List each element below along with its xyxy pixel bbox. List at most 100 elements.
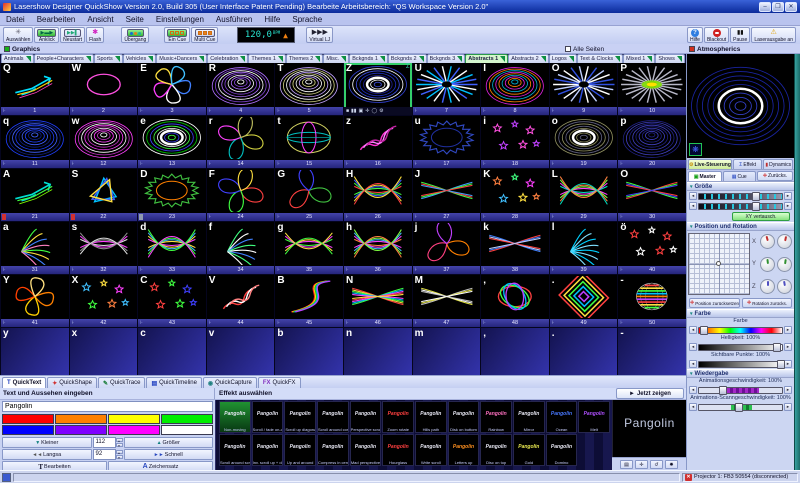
effect-tile-letters-up[interactable]: PangolinLetters up <box>448 434 480 466</box>
slider-right-button[interactable]: ► <box>784 403 792 411</box>
page-tab-bckgnds-1[interactable]: Bckgnds 1 <box>349 54 388 63</box>
slider-left-button[interactable]: ◄ <box>689 343 697 351</box>
effect-tile-rainbow[interactable]: PangolinRainbow <box>480 401 512 433</box>
close-button[interactable]: ✕ <box>785 2 797 12</box>
page-tab-abstracts-2[interactable]: Abstracts 2 <box>508 54 549 63</box>
restart-mode-button[interactable]: ▶▶▌ Neustart <box>60 27 85 43</box>
player-icon[interactable]: ▮▮ <box>351 108 357 114</box>
effect-tile-disk-on-bottom[interactable]: PangolinDisk on bottom <box>448 401 480 433</box>
grid-cell-,[interactable]: ,⊦48 <box>481 275 549 327</box>
all-pages-checkbox[interactable]: Alle Seiten <box>565 44 604 54</box>
x-rotation-knob-2[interactable] <box>777 234 792 249</box>
section-header-position[interactable]: ▾Position und Rotation <box>687 222 794 231</box>
cell-player-controls[interactable]: ■▮▮▣✛◯⚙ <box>344 107 412 115</box>
grid-cell--[interactable]: -⊦50 <box>618 275 686 327</box>
grid-cell-y[interactable]: y <box>1 328 69 380</box>
speed-value[interactable]: 92 <box>93 449 116 460</box>
grid-cell-c[interactable]: c <box>138 328 206 380</box>
player-icon[interactable]: ▣ <box>359 108 364 114</box>
grid-cell-m[interactable]: m <box>413 328 481 380</box>
effect-tile-compress-in-center[interactable]: PangolinCompress in center <box>317 434 349 466</box>
color-swatch[interactable] <box>55 414 107 424</box>
animation-speed-slider[interactable]: ◄ ► <box>687 385 794 395</box>
section-header-color[interactable]: ▾Farbe <box>687 309 794 318</box>
page-tab-celebration[interactable]: Celebration <box>207 54 248 63</box>
grid-cell-E[interactable]: E⊦3 <box>138 63 206 115</box>
effect-tile-scroll-around-screen[interactable]: PangolinScroll around screen <box>219 434 251 466</box>
grid-cell-u[interactable]: u⊦17 <box>413 116 481 168</box>
y-rotation-knob[interactable] <box>760 257 775 272</box>
preview-tool-icon[interactable]: ✹ <box>665 460 678 469</box>
effect-tile-zoom-rotate[interactable]: PangolinZoom rotate <box>382 401 414 433</box>
grid-cell-R[interactable]: R⊦4 <box>207 63 275 115</box>
slower-button[interactable]: ◄◄Langsa <box>2 449 92 460</box>
slider-left-button[interactable]: ◄ <box>689 386 697 394</box>
color-swatch[interactable] <box>161 414 213 424</box>
maximize-button[interactable]: ❐ <box>772 2 784 12</box>
effect-tile-perspective-scroll[interactable]: PangolinPerspective scroll <box>350 401 382 433</box>
spin-down-icon[interactable]: ▼ <box>116 455 123 459</box>
tab-dynamics[interactable]: ▮Dynamics <box>763 159 793 169</box>
grid-cell-k[interactable]: k⊦38 <box>481 222 549 274</box>
grid-cell-g[interactable]: g⊦35 <box>275 222 343 274</box>
reset-button[interactable]: ✛Zurücks. <box>757 171 793 181</box>
z-rotation-knob-2[interactable] <box>777 279 792 294</box>
grid-cell-U[interactable]: U⊦7 <box>413 63 481 115</box>
grid-cell-C[interactable]: C⊦43 <box>138 275 206 327</box>
tab-quicktext[interactable]: TQuickText <box>2 377 46 388</box>
page-tab-misc-[interactable]: Misc. <box>323 54 349 63</box>
tab-live-control[interactable]: ⚙Live-Steuerung <box>688 159 732 169</box>
slider-right-button[interactable]: ► <box>784 386 792 394</box>
grid-cell-P[interactable]: P⊦10 <box>618 63 686 115</box>
grid-cell-L[interactable]: L⊦29 <box>550 169 618 221</box>
menu-ansicht[interactable]: Ansicht <box>81 15 119 24</box>
click-mode-button[interactable]: ▶▬▶ Anklick <box>34 27 59 43</box>
slider-left-button[interactable]: ◄ <box>689 326 697 334</box>
one-cue-button[interactable]: Ein Cue <box>164 27 190 43</box>
grid-cell-F[interactable]: F⊦24 <box>207 169 275 221</box>
tab-quickshape[interactable]: ✦QuickShape <box>47 377 97 388</box>
text-input[interactable] <box>2 401 213 412</box>
rotation-reset-button[interactable]: ✛Rotation zurücks. <box>742 298 792 308</box>
grid-cell-K[interactable]: K⊦28 <box>481 169 549 221</box>
player-icon[interactable]: ✛ <box>365 108 369 114</box>
slider-left-button[interactable]: ◄ <box>689 202 697 210</box>
grid-cell-t[interactable]: t⊦15 <box>275 116 343 168</box>
page-tab-themes-2[interactable]: Themes 2 <box>286 54 323 63</box>
section-header-playback[interactable]: ▾Wiedergabe <box>687 369 794 378</box>
blackout-button[interactable]: Blackout <box>704 27 729 43</box>
speed-spinner[interactable]: 92 ▲▼ <box>93 449 123 460</box>
color-swatch[interactable] <box>108 414 160 424</box>
menu-hilfe[interactable]: Hilfe <box>258 15 286 24</box>
page-tab-animals[interactable]: Animals <box>1 54 34 63</box>
effect-tile-hourglass[interactable]: PangolinHourglass <box>382 434 414 466</box>
grid-cell-b[interactable]: b <box>275 328 343 380</box>
grid-cell-T[interactable]: T⊦5 <box>275 63 343 115</box>
tab-cue[interactable]: ▦Cue <box>723 171 757 181</box>
grid-cell-h[interactable]: h⊦36 <box>344 222 412 274</box>
player-icon[interactable]: ■ <box>346 108 349 114</box>
spin-up-icon[interactable]: ▲ <box>116 450 123 454</box>
category-atmospherics[interactable]: Atmospherics <box>689 44 740 54</box>
grid-cell-l[interactable]: l⊦39 <box>550 222 618 274</box>
help-button[interactable]: ? Hilfe <box>687 27 703 43</box>
faster-button[interactable]: ►►Schnell <box>124 449 214 460</box>
grid-cell-f[interactable]: f⊦34 <box>207 222 275 274</box>
effect-tile-non-moving[interactable]: PangolinNon-moving <box>219 401 251 433</box>
slider-left-button[interactable]: ◄ <box>689 192 697 200</box>
effect-tile-scroll-up-diagonally[interactable]: PangolinScroll up diagonally <box>284 401 316 433</box>
flash-mode-button[interactable]: ✱ Flash <box>86 27 104 43</box>
grid-cell-j[interactable]: j⊦37 <box>413 222 481 274</box>
page-tab-mixed-1[interactable]: Mixed 1 <box>623 54 655 63</box>
minimize-button[interactable]: – <box>759 2 771 12</box>
player-icon[interactable]: ⚙ <box>379 108 383 114</box>
grid-cell-A[interactable]: A⊦21 <box>1 169 69 221</box>
grid-cell-s[interactable]: s⊦32 <box>70 222 138 274</box>
color-swatch[interactable] <box>161 425 213 435</box>
grid-cell-.[interactable]: . <box>550 328 618 380</box>
grid-cell-B[interactable]: B⊦45 <box>275 275 343 327</box>
effect-tile-up-and-around[interactable]: PangolinUp and around <box>284 434 316 466</box>
page-tab-bckgnds-2[interactable]: Bckgnds 2 <box>388 54 427 63</box>
tab-quicktimeline[interactable]: ▤QuickTimeline <box>146 377 201 388</box>
grid-cell-Z[interactable]: Z■▮▮▣✛◯⚙Σ <box>344 63 412 115</box>
